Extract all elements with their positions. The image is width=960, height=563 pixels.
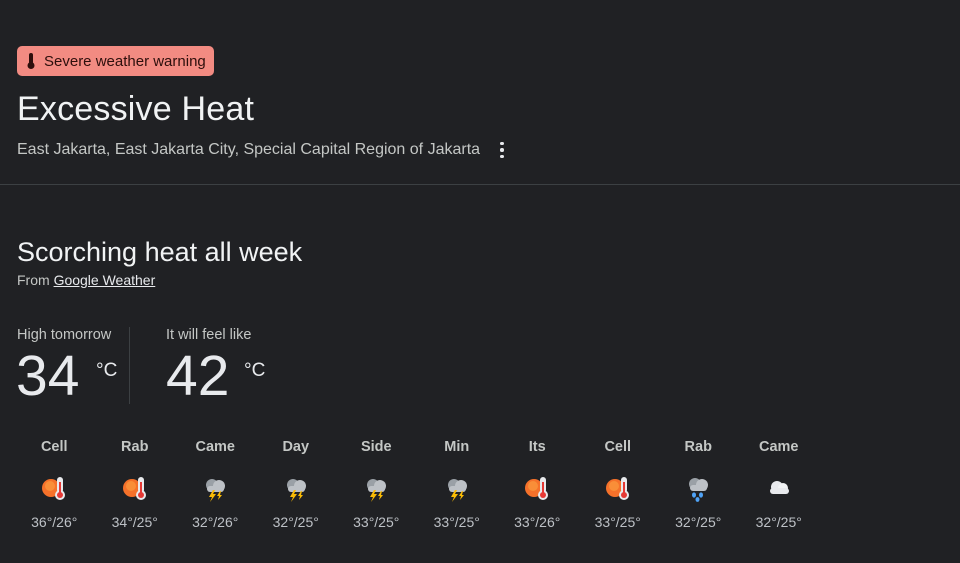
day-name: Its — [528, 439, 546, 455]
thunderstorm-icon — [282, 474, 310, 502]
high-tomorrow-unit: °C — [96, 360, 118, 381]
feels-like-unit: °C — [244, 360, 266, 381]
day-name: Rab — [684, 439, 712, 455]
location-row: East Jakarta, East Jakarta City, Special… — [17, 140, 510, 160]
thermometer-icon — [27, 53, 35, 69]
stats-divider — [129, 327, 130, 404]
day-temp-range: 32°/26° — [192, 514, 239, 530]
day-name: Came — [195, 439, 236, 455]
more-vert-icon[interactable] — [494, 140, 510, 160]
day-temp-range: 33°/25° — [353, 514, 400, 530]
hot-thermometer-icon — [523, 474, 551, 502]
day-name: Cell — [604, 439, 632, 455]
day-temp-range: 33°/25° — [594, 514, 641, 530]
section-divider — [0, 184, 960, 185]
day-name: Came — [759, 439, 799, 455]
daily-forecast: Cell 36°/26° Rab 34°/25° Came 32°/26° Da… — [14, 438, 819, 530]
day-temp-range: 32°/25° — [272, 514, 319, 530]
high-tomorrow-label: High tomorrow — [17, 327, 112, 343]
day-temp-range: 33°/26° — [514, 514, 561, 530]
day-name: Day — [282, 439, 310, 455]
rain-cloud-icon — [684, 474, 712, 502]
source-prefix: From — [17, 272, 50, 288]
hot-thermometer-icon — [40, 474, 68, 502]
alert-title: Excessive Heat — [17, 90, 255, 128]
forecast-day[interactable]: Cell 33°/25° — [578, 438, 659, 530]
severe-weather-badge[interactable]: Severe weather warning — [17, 46, 214, 76]
day-temp-range: 33°/25° — [433, 514, 480, 530]
location-text: East Jakarta, East Jakarta City, Special… — [17, 141, 481, 158]
summary-heading: Scorching heat all week — [17, 237, 303, 267]
day-name: Rab — [121, 439, 149, 455]
forecast-day[interactable]: Day 32°/25° — [256, 438, 337, 530]
day-temp-range: 32°/25° — [755, 514, 802, 530]
cloud-icon — [765, 474, 793, 502]
day-name: Cell — [40, 439, 68, 455]
forecast-day[interactable]: Came 32°/26° — [175, 438, 256, 530]
high-tomorrow-value: 34 — [16, 344, 80, 408]
source-row: From Google Weather — [17, 272, 155, 288]
forecast-day[interactable]: Cell 36°/26° — [14, 438, 95, 530]
hot-thermometer-icon — [121, 474, 149, 502]
badge-label: Severe weather warning — [44, 52, 206, 70]
forecast-day[interactable]: Its 33°/26° — [497, 438, 578, 530]
forecast-day[interactable]: Rab 34°/25° — [95, 438, 176, 530]
day-temp-range: 34°/25° — [111, 514, 158, 530]
forecast-day[interactable]: Min 33°/25° — [417, 438, 498, 530]
forecast-day[interactable]: Rab 32°/25° — [658, 438, 739, 530]
feels-like-value: 42 — [166, 344, 230, 408]
google-weather-link[interactable]: Google Weather — [54, 272, 156, 288]
feels-like-label: It will feel like — [166, 327, 252, 343]
hot-thermometer-icon — [604, 474, 632, 502]
day-name: Side — [360, 439, 392, 455]
thunderstorm-icon — [443, 474, 471, 502]
day-temp-range: 32°/25° — [675, 514, 722, 530]
thunderstorm-icon — [362, 474, 390, 502]
thunderstorm-icon — [201, 474, 229, 502]
day-name: Min — [444, 439, 470, 455]
day-temp-range: 36°/26° — [31, 514, 78, 530]
forecast-day[interactable]: Side 33°/25° — [336, 438, 417, 530]
forecast-day[interactable]: Came 32°/25° — [739, 438, 820, 530]
weather-alert-page: Severe weather warning Excessive Heat Ea… — [0, 0, 960, 563]
